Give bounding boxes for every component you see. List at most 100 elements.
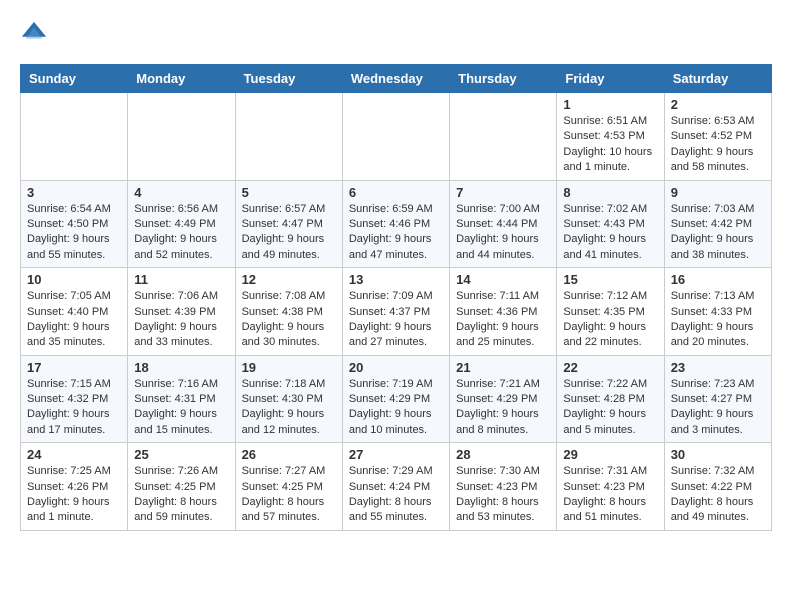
calendar-cell: 9 Sunrise: 7:03 AM Sunset: 4:42 PM Daylig… xyxy=(664,180,771,268)
calendar-cell: 13Sunrise: 7:09 AM Sunset: 4:37 PM Dayli… xyxy=(342,268,449,356)
cell-content: Sunrise: 7:13 AM Sunset: 4:33 PM Dayligh… xyxy=(671,289,765,351)
day-number: 1 xyxy=(563,97,657,112)
day-number: 23 xyxy=(671,360,765,375)
cell-content: Sunrise: 7:03 AM Sunset: 4:42 PM Dayligh… xyxy=(671,202,765,264)
cell-content: Sunrise: 6:51 AM Sunset: 4:53 PM Dayligh… xyxy=(563,114,657,176)
cell-content: Sunrise: 7:29 AM Sunset: 4:24 PM Dayligh… xyxy=(349,464,443,526)
calendar-cell: 30Sunrise: 7:32 AM Sunset: 4:22 PM Dayli… xyxy=(664,443,771,531)
day-number: 10 xyxy=(27,272,121,287)
day-number: 15 xyxy=(563,272,657,287)
cell-content: Sunrise: 7:31 AM Sunset: 4:23 PM Dayligh… xyxy=(563,464,657,526)
day-number: 24 xyxy=(27,447,121,462)
calendar-cell: 16 Sunrise: 7:13 AM Sunset: 4:33 PM Dayli… xyxy=(664,268,771,356)
calendar-cell: 19Sunrise: 7:18 AM Sunset: 4:30 PM Dayli… xyxy=(235,355,342,443)
logo-icon xyxy=(20,20,48,48)
day-number: 18 xyxy=(134,360,228,375)
calendar-cell: 14 Sunrise: 7:11 AM Sunset: 4:36 PM Dayli… xyxy=(450,268,557,356)
calendar-cell: 28 Sunrise: 7:30 AM Sunset: 4:23 PM Dayli… xyxy=(450,443,557,531)
cell-content: Sunrise: 6:56 AM Sunset: 4:49 PM Dayligh… xyxy=(134,202,228,264)
cell-content: Sunrise: 6:53 AM Sunset: 4:52 PM Dayligh… xyxy=(671,114,765,176)
day-number: 9 xyxy=(671,185,765,200)
day-number: 19 xyxy=(242,360,336,375)
cell-content: Sunrise: 7:02 AM Sunset: 4:43 PM Dayligh… xyxy=(563,202,657,264)
calendar-cell: 5 Sunrise: 6:57 AM Sunset: 4:47 PM Daylig… xyxy=(235,180,342,268)
calendar-cell xyxy=(342,93,449,181)
calendar-header-tuesday: Tuesday xyxy=(235,65,342,93)
cell-content: Sunrise: 7:09 AM Sunset: 4:37 PM Dayligh… xyxy=(349,289,443,351)
calendar-cell: 24 Sunrise: 7:25 AM Sunset: 4:26 PM Dayli… xyxy=(21,443,128,531)
cell-content: Sunrise: 7:22 AM Sunset: 4:28 PM Dayligh… xyxy=(563,377,657,439)
calendar-header-friday: Friday xyxy=(557,65,664,93)
day-number: 28 xyxy=(456,447,550,462)
cell-content: Sunrise: 6:57 AM Sunset: 4:47 PM Dayligh… xyxy=(242,202,336,264)
day-number: 17 xyxy=(27,360,121,375)
calendar-cell: 29 Sunrise: 7:31 AM Sunset: 4:23 PM Dayli… xyxy=(557,443,664,531)
day-number: 21 xyxy=(456,360,550,375)
cell-content: Sunrise: 6:54 AM Sunset: 4:50 PM Dayligh… xyxy=(27,202,121,264)
day-number: 25 xyxy=(134,447,228,462)
day-number: 30 xyxy=(671,447,765,462)
day-number: 5 xyxy=(242,185,336,200)
calendar-header-wednesday: Wednesday xyxy=(342,65,449,93)
calendar-week-row: 24 Sunrise: 7:25 AM Sunset: 4:26 PM Dayli… xyxy=(21,443,772,531)
calendar-cell: 23 Sunrise: 7:23 AM Sunset: 4:27 PM Dayli… xyxy=(664,355,771,443)
day-number: 4 xyxy=(134,185,228,200)
calendar-cell: 27 Sunrise: 7:29 AM Sunset: 4:24 PM Dayli… xyxy=(342,443,449,531)
cell-content: Sunrise: 7:12 AM Sunset: 4:35 PM Dayligh… xyxy=(563,289,657,351)
calendar-cell: 11Sunrise: 7:06 AM Sunset: 4:39 PM Dayli… xyxy=(128,268,235,356)
logo xyxy=(20,20,52,48)
calendar-cell xyxy=(235,93,342,181)
calendar-header-thursday: Thursday xyxy=(450,65,557,93)
day-number: 22 xyxy=(563,360,657,375)
day-number: 26 xyxy=(242,447,336,462)
calendar-cell: 18Sunrise: 7:16 AM Sunset: 4:31 PM Dayli… xyxy=(128,355,235,443)
calendar-cell xyxy=(128,93,235,181)
calendar-cell: 21 Sunrise: 7:21 AM Sunset: 4:29 PM Dayli… xyxy=(450,355,557,443)
calendar-cell: 12 Sunrise: 7:08 AM Sunset: 4:38 PM Dayli… xyxy=(235,268,342,356)
calendar-week-row: 1 Sunrise: 6:51 AM Sunset: 4:53 PM Daylig… xyxy=(21,93,772,181)
day-number: 16 xyxy=(671,272,765,287)
calendar-header-row: SundayMondayTuesdayWednesdayThursdayFrid… xyxy=(21,65,772,93)
calendar-header-sunday: Sunday xyxy=(21,65,128,93)
calendar-cell: 6 Sunrise: 6:59 AM Sunset: 4:46 PM Daylig… xyxy=(342,180,449,268)
cell-content: Sunrise: 7:00 AM Sunset: 4:44 PM Dayligh… xyxy=(456,202,550,264)
cell-content: Sunrise: 7:25 AM Sunset: 4:26 PM Dayligh… xyxy=(27,464,121,526)
day-number: 2 xyxy=(671,97,765,112)
calendar-week-row: 10 Sunrise: 7:05 AM Sunset: 4:40 PM Dayli… xyxy=(21,268,772,356)
cell-content: Sunrise: 7:21 AM Sunset: 4:29 PM Dayligh… xyxy=(456,377,550,439)
calendar-header-monday: Monday xyxy=(128,65,235,93)
cell-content: Sunrise: 7:23 AM Sunset: 4:27 PM Dayligh… xyxy=(671,377,765,439)
calendar-cell xyxy=(21,93,128,181)
day-number: 12 xyxy=(242,272,336,287)
calendar-header-saturday: Saturday xyxy=(664,65,771,93)
calendar-cell: 8Sunrise: 7:02 AM Sunset: 4:43 PM Daylig… xyxy=(557,180,664,268)
cell-content: Sunrise: 7:15 AM Sunset: 4:32 PM Dayligh… xyxy=(27,377,121,439)
day-number: 29 xyxy=(563,447,657,462)
calendar-cell: 26 Sunrise: 7:27 AM Sunset: 4:25 PM Dayli… xyxy=(235,443,342,531)
cell-content: Sunrise: 7:05 AM Sunset: 4:40 PM Dayligh… xyxy=(27,289,121,351)
day-number: 7 xyxy=(456,185,550,200)
cell-content: Sunrise: 7:26 AM Sunset: 4:25 PM Dayligh… xyxy=(134,464,228,526)
calendar-cell: 10 Sunrise: 7:05 AM Sunset: 4:40 PM Dayli… xyxy=(21,268,128,356)
page-header xyxy=(20,20,772,48)
calendar-cell: 2 Sunrise: 6:53 AM Sunset: 4:52 PM Daylig… xyxy=(664,93,771,181)
calendar-cell: 3 Sunrise: 6:54 AM Sunset: 4:50 PM Daylig… xyxy=(21,180,128,268)
day-number: 6 xyxy=(349,185,443,200)
cell-content: Sunrise: 7:19 AM Sunset: 4:29 PM Dayligh… xyxy=(349,377,443,439)
cell-content: Sunrise: 7:11 AM Sunset: 4:36 PM Dayligh… xyxy=(456,289,550,351)
calendar-week-row: 17 Sunrise: 7:15 AM Sunset: 4:32 PM Dayli… xyxy=(21,355,772,443)
calendar-cell: 15 Sunrise: 7:12 AM Sunset: 4:35 PM Dayli… xyxy=(557,268,664,356)
calendar-week-row: 3 Sunrise: 6:54 AM Sunset: 4:50 PM Daylig… xyxy=(21,180,772,268)
cell-content: Sunrise: 7:08 AM Sunset: 4:38 PM Dayligh… xyxy=(242,289,336,351)
calendar-cell: 20Sunrise: 7:19 AM Sunset: 4:29 PM Dayli… xyxy=(342,355,449,443)
calendar-cell xyxy=(450,93,557,181)
cell-content: Sunrise: 6:59 AM Sunset: 4:46 PM Dayligh… xyxy=(349,202,443,264)
calendar-cell: 17 Sunrise: 7:15 AM Sunset: 4:32 PM Dayli… xyxy=(21,355,128,443)
calendar-table: SundayMondayTuesdayWednesdayThursdayFrid… xyxy=(20,64,772,531)
cell-content: Sunrise: 7:27 AM Sunset: 4:25 PM Dayligh… xyxy=(242,464,336,526)
cell-content: Sunrise: 7:30 AM Sunset: 4:23 PM Dayligh… xyxy=(456,464,550,526)
day-number: 11 xyxy=(134,272,228,287)
day-number: 14 xyxy=(456,272,550,287)
day-number: 27 xyxy=(349,447,443,462)
day-number: 3 xyxy=(27,185,121,200)
